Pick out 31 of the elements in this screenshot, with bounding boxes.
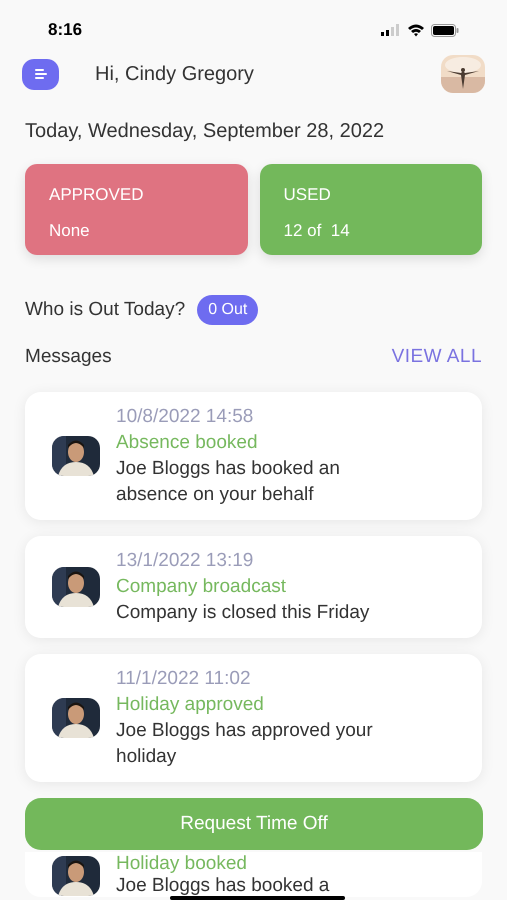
message-date: 11/1/2022 11:02 [116, 666, 252, 690]
date-line: Today, Wednesday, September 28, 2022 [24, 119, 386, 144]
menu-button[interactable] [22, 58, 59, 90]
message-card[interactable]: Holiday booked Joe Bloggs has booked a [25, 852, 482, 896]
out-today-label: Who is Out Today? [25, 298, 186, 322]
message-title: Holiday booked [116, 852, 248, 874]
message-date: 13/1/2022 13:19 [116, 548, 254, 572]
battery-icon [431, 24, 459, 36]
message-body: Joe Bloggs has booked an absence on your behalf [116, 456, 341, 506]
message-title: Holiday approved [116, 692, 265, 716]
greeting: Hi, Cindy Gregory [95, 62, 255, 87]
message-body: Joe Bloggs has approved your holiday [116, 718, 374, 768]
message-title: Company broadcast [116, 574, 288, 598]
message-body: Joe Bloggs has booked a [116, 874, 330, 896]
message-card[interactable]: 10/8/2022 14:58 Absence booked Joe Bloggs has booked an absence on your behalf [25, 392, 482, 520]
message-title: Absence booked [116, 430, 259, 454]
message-card[interactable]: 13/1/2022 13:19 Company broadcast Company is closed this Friday [25, 536, 482, 638]
message-body: Company is closed this Friday [116, 600, 370, 624]
message-date: 10/8/2022 14:58 [116, 404, 254, 428]
view-all-link[interactable]: VIEW ALL [392, 343, 482, 372]
stat-value: None [49, 220, 91, 242]
messages-heading: Messages [25, 345, 112, 369]
status-time: 8:16 [48, 19, 82, 42]
wifi-icon [407, 24, 425, 36]
out-count-badge: 0 Out [197, 295, 258, 325]
stat-label: APPROVED [49, 184, 144, 206]
stat-label: USED [284, 184, 332, 206]
menu-icon [34, 69, 46, 79]
message-card[interactable]: 11/1/2022 11:02 Holiday approved Joe Bloggs has approved your holiday [25, 654, 482, 782]
stat-value: 12 of 14 [284, 220, 351, 242]
signal-icon [381, 24, 401, 36]
